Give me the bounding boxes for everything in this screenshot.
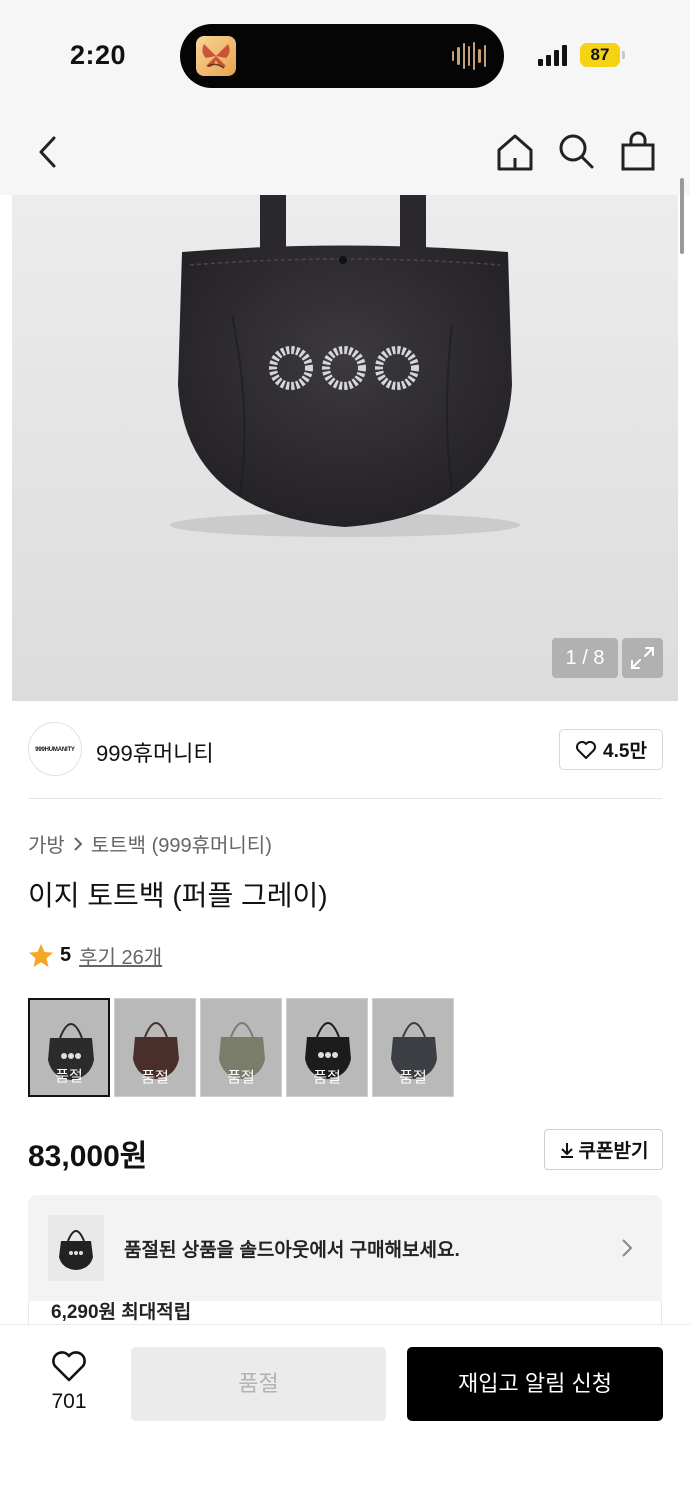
brand-logo[interactable]: 999HUMANITY: [28, 722, 82, 776]
bag-thumbnail: [59, 1230, 93, 1270]
expand-image-button[interactable]: [622, 638, 663, 678]
expand-icon: [631, 647, 654, 669]
shopping-bag-icon[interactable]: [620, 131, 656, 171]
color-options: 품절 품절 품절 품절 품절: [28, 998, 454, 1097]
heart-icon: [576, 740, 597, 759]
divider: [28, 798, 662, 799]
brand-like-button[interactable]: 4.5만: [559, 729, 663, 770]
search-icon[interactable]: [557, 132, 595, 170]
battery-icon: 87: [580, 43, 620, 67]
brand-logo-text: 999HUMANITY: [35, 747, 75, 753]
restock-notify-button[interactable]: 재입고 알림 신청: [407, 1347, 663, 1421]
brand-name[interactable]: 999휴머니티: [96, 736, 214, 768]
soldout-label: 품절: [313, 1069, 341, 1086]
download-icon: [560, 1142, 573, 1158]
color-option[interactable]: 품절: [372, 998, 454, 1097]
product-image-gallery[interactable]: 1 / 8: [12, 195, 678, 701]
product-photo-tote-bag: [170, 195, 520, 537]
chevron-right-icon: [622, 1239, 633, 1257]
max-points-text: 6,290원 최대적립: [51, 1302, 192, 1323]
soldout-marketplace-banner[interactable]: 품절된 상품을 솔드아웃에서 구매해보세요.: [28, 1195, 662, 1301]
coupon-button-label: 쿠폰받기: [578, 1141, 649, 1162]
image-counter: 1 / 8: [552, 638, 618, 678]
product-price: 83,000원: [28, 1140, 148, 1173]
soldout-label: 품절: [55, 1068, 83, 1085]
color-option[interactable]: 품절: [28, 998, 110, 1097]
coupon-button[interactable]: 쿠폰받기: [544, 1129, 663, 1170]
review-count-link[interactable]: 후기 26개: [79, 941, 162, 970]
top-navigation: [0, 105, 690, 195]
battery-level: 87: [590, 45, 610, 64]
rating-score: 5: [60, 944, 72, 966]
cellular-signal-icon: [538, 44, 567, 66]
bottom-action-bar: 701 품절 재입고 알림 신청: [0, 1324, 690, 1500]
wishlist-count: 701: [51, 1390, 87, 1413]
product-rating[interactable]: 5 후기 26개: [28, 941, 162, 970]
audio-waveform-icon: [452, 42, 486, 70]
page-scrollbar[interactable]: [680, 178, 684, 254]
brand-like-count: 4.5만: [603, 741, 647, 762]
banner-text: 품절된 상품을 솔드아웃에서 구매해보세요.: [124, 1240, 460, 1261]
status-bar: 2:20 87: [0, 0, 690, 105]
soldout-label: 품절: [141, 1069, 169, 1086]
breadcrumb-category[interactable]: 가방: [28, 829, 65, 858]
battery-tip: [622, 51, 625, 59]
wishlist-button[interactable]: 701: [38, 1351, 100, 1414]
heart-icon: [52, 1351, 86, 1382]
color-option[interactable]: 품절: [200, 998, 282, 1097]
chevron-left-icon[interactable]: [36, 135, 60, 169]
points-info: 6,290원 최대적립: [28, 1301, 662, 1325]
dynamic-island: [180, 24, 504, 88]
star-icon: [29, 944, 53, 967]
product-title: 이지 토트백 (퍼플 그레이): [28, 880, 328, 911]
now-playing-app-icon: [196, 36, 236, 76]
soldout-label: 품절: [227, 1069, 255, 1086]
soldout-button: 품절: [131, 1347, 386, 1421]
breadcrumb-subcategory[interactable]: 토트백 (999휴머니티): [91, 829, 272, 858]
color-option[interactable]: 품절: [286, 998, 368, 1097]
soldout-label: 품절: [399, 1069, 427, 1086]
banner-thumbnail: [48, 1215, 104, 1281]
home-icon[interactable]: [495, 132, 535, 172]
color-option[interactable]: 품절: [114, 998, 196, 1097]
chevron-right-icon: [74, 836, 83, 851]
status-time: 2:20: [70, 40, 127, 70]
breadcrumb: 가방 토트백 (999휴머니티): [28, 829, 272, 858]
